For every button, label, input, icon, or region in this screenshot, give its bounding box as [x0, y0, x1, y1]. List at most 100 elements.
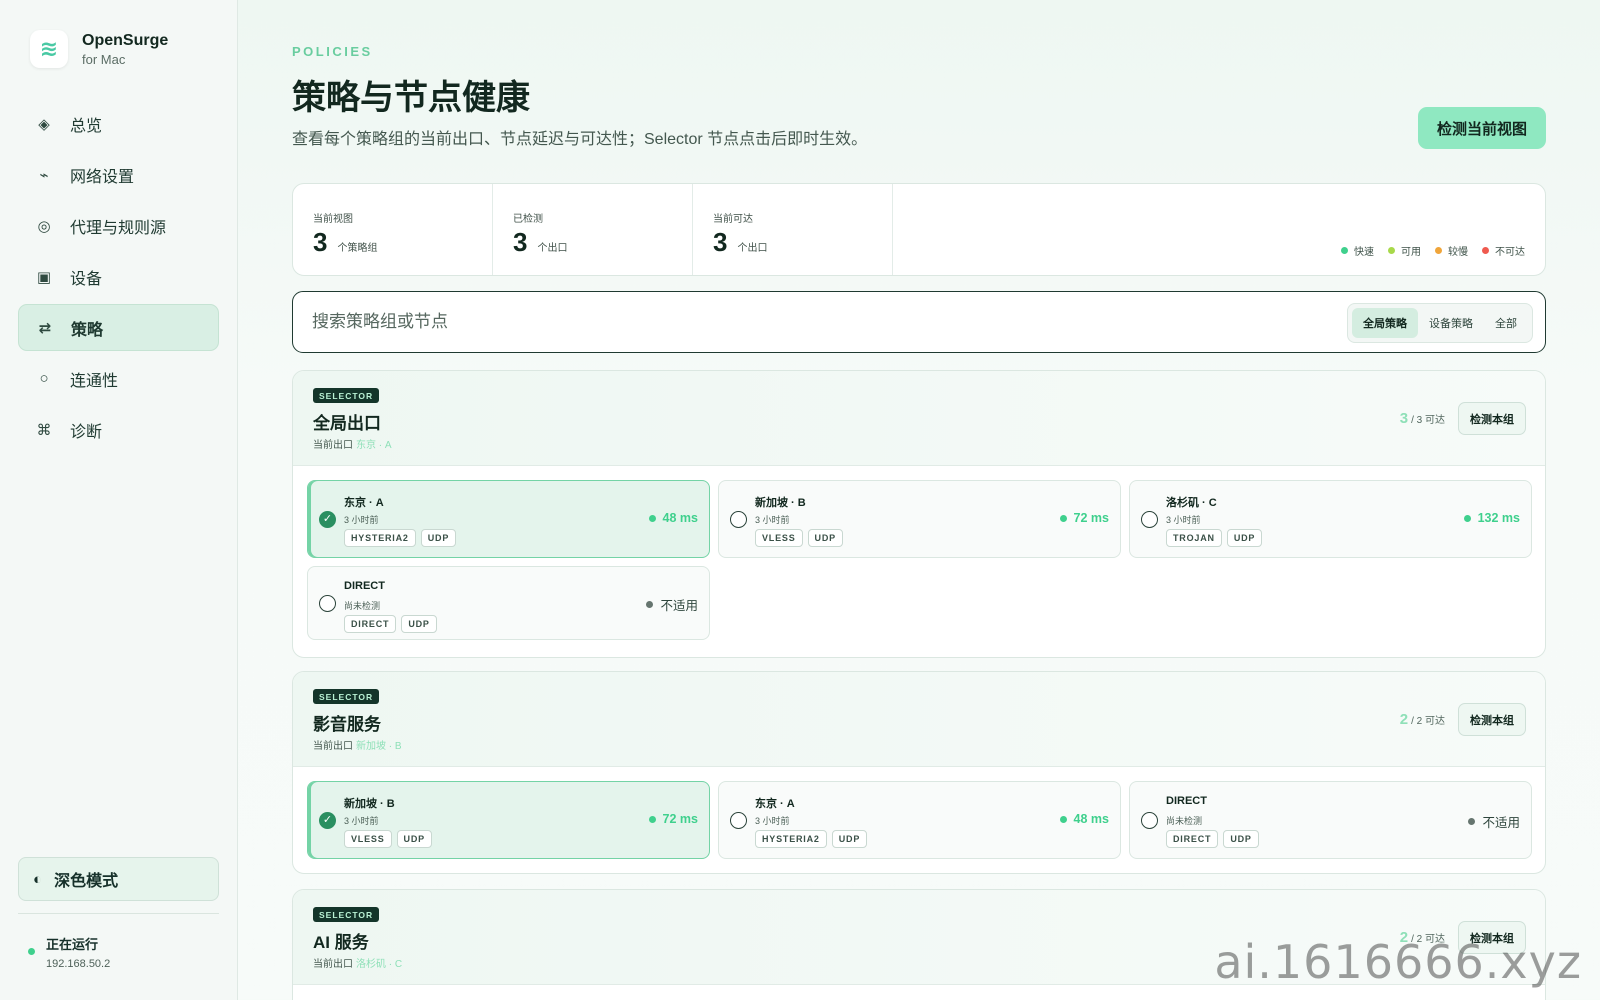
segment-all[interactable]: 全部	[1484, 308, 1528, 338]
transport-tag: UDP	[831, 830, 868, 848]
reach-total: / 2 可达	[1411, 716, 1445, 727]
sidebar: ≋ OpenSurge for Mac ◈ 总览 ⌁ 网络设置 ◎ 代理与规则源…	[0, 0, 238, 1000]
node-checked-time: 3 小时前	[1166, 515, 1201, 525]
group-name: 影音服务	[313, 715, 381, 734]
node-name: 洛杉矶 · C	[1166, 497, 1217, 509]
node-card[interactable]: DIRECT 尚未检测 DIRECT UDP 不适用	[307, 566, 710, 640]
node-card[interactable]: 东京 · A 3 小时前 HYSTERIA2 UDP 48 ms	[718, 781, 1121, 859]
node-latency: 48 ms	[1059, 812, 1109, 826]
latency-value: 不适用	[1482, 816, 1520, 830]
group-type-badge: SELECTOR	[313, 388, 380, 403]
latency-dot-icon	[646, 601, 654, 608]
node-name: 东京 · A	[755, 798, 795, 810]
node-card[interactable]: ✓ 新加坡 · B 3 小时前 VLESS UDP 72 ms	[307, 781, 710, 859]
node-latency: 72 ms	[1059, 511, 1109, 525]
device-icon: ▣	[36, 268, 52, 286]
app-logo-icon: ≋	[30, 30, 68, 68]
node-name: 新加坡 · B	[755, 497, 806, 509]
latency-dot-icon	[1059, 514, 1067, 522]
stat-unit: 个出口	[537, 243, 568, 254]
stat-value: 3	[313, 227, 328, 257]
half-circle-icon: ◐	[33, 870, 43, 888]
node-card[interactable]: DIRECT 尚未检测 DIRECT UDP 不适用	[1129, 781, 1532, 859]
radio-icon	[1141, 812, 1158, 829]
sidebar-item-overview[interactable]: ◈ 总览	[18, 100, 219, 147]
sidebar-item-label: 策略	[71, 321, 104, 339]
current-exit-value: 东京 · A	[356, 440, 392, 451]
transport-tag: UDP	[420, 529, 457, 547]
latency-dot-icon	[648, 815, 656, 823]
latency-value: 48 ms	[662, 511, 698, 525]
sidebar-item-diagnostics[interactable]: ⌘ 诊断	[18, 406, 219, 453]
search-input[interactable]	[312, 310, 1212, 334]
stat-value: 3	[513, 227, 528, 257]
target-icon: ◎	[37, 217, 51, 235]
stat-unit: 个策略组	[337, 243, 378, 254]
sidebar-item-label: 网络设置	[70, 168, 135, 186]
legend-item: 可用	[1388, 243, 1421, 258]
current-exit-label: 当前出口	[313, 959, 353, 970]
check-group-button[interactable]: 检测本组	[1458, 402, 1526, 435]
search-bar: 全局策略 设备策略 全部	[292, 291, 1546, 353]
watermark: ai.1616666.xyz	[1214, 935, 1582, 989]
node-name: DIRECT	[1166, 795, 1207, 807]
policy-group: SELECTOR 影音服务 当前出口 新加坡 · B 2 / 2 可达 检测本组 …	[292, 671, 1546, 874]
checkmark-icon: ✓	[319, 812, 336, 829]
group-current-exit: 当前出口 东京 · A	[313, 436, 392, 451]
legend-label: 较慢	[1448, 247, 1468, 258]
sidebar-item-proxy-rules[interactable]: ◎ 代理与规则源	[18, 202, 219, 249]
legend-item: 快速	[1341, 243, 1374, 258]
diamond-icon: ◈	[38, 115, 50, 133]
group-current-exit: 当前出口 洛杉矶 · C	[313, 955, 402, 970]
radio-icon	[319, 595, 336, 612]
segment-device-policy[interactable]: 设备策略	[1418, 308, 1484, 338]
group-reachability: 3 / 3 可达	[1400, 410, 1445, 427]
sidebar-item-connectivity[interactable]: ○ 连通性	[18, 355, 219, 402]
sidebar-item-label: 设备	[70, 270, 103, 288]
dark-mode-button[interactable]: ◐ 深色模式	[18, 857, 219, 901]
node-card[interactable]: ✓ 东京 · A 3 小时前 HYSTERIA2 UDP 48 ms	[307, 480, 710, 558]
current-exit-label: 当前出口	[313, 440, 353, 451]
stat-value: 3	[713, 227, 728, 257]
page-title: 策略与节点健康	[292, 79, 530, 117]
node-card[interactable]: 洛杉矶 · C 3 小时前 TROJAN UDP 132 ms	[1129, 480, 1532, 558]
group-header: SELECTOR 全局出口 当前出口 东京 · A 3 / 3 可达 检测本组	[293, 371, 1545, 466]
app-name: OpenSurge	[82, 31, 169, 49]
node-checked-time: 尚未检测	[1166, 816, 1203, 826]
group-reachability: 2 / 2 可达	[1400, 711, 1445, 728]
swap-icon: ⇄	[38, 319, 52, 337]
sidebar-item-network[interactable]: ⌁ 网络设置	[18, 151, 219, 198]
brand: ≋ OpenSurge for Mac	[30, 30, 168, 68]
stat-current-view: 当前视图 3 个策略组	[293, 184, 493, 275]
latency-value: 48 ms	[1073, 812, 1109, 826]
legend-dot-icon	[1482, 247, 1489, 254]
check-group-button[interactable]: 检测本组	[1458, 703, 1526, 736]
legend-item: 不可达	[1482, 243, 1525, 258]
group-name: 全局出口	[313, 414, 381, 433]
node-card[interactable]: 新加坡 · B 3 小时前 VLESS UDP 72 ms	[718, 480, 1121, 558]
protocol-tag: TROJAN	[1166, 529, 1222, 547]
current-exit-value: 新加坡 · B	[356, 741, 402, 752]
reach-total: / 3 可达	[1411, 415, 1445, 426]
protocol-tag: HYSTERIA2	[755, 830, 827, 848]
app-subtitle: for Mac	[82, 51, 126, 67]
check-current-view-button[interactable]: 检测当前视图	[1418, 107, 1546, 149]
sidebar-item-policies[interactable]: ⇄ 策略	[18, 304, 219, 351]
latency-dot-icon	[648, 514, 656, 522]
protocol-tag: VLESS	[344, 830, 392, 848]
segment-global-policy[interactable]: 全局策略	[1352, 308, 1418, 338]
protocol-tag: HYSTERIA2	[344, 529, 416, 547]
sidebar-item-devices[interactable]: ▣ 设备	[18, 253, 219, 300]
sidebar-nav: ◈ 总览 ⌁ 网络设置 ◎ 代理与规则源 ▣ 设备 ⇄ 策略 ○ 连通性 ⌘ 诊…	[18, 100, 219, 457]
legend-dot-icon	[1388, 247, 1395, 254]
sidebar-item-label: 总览	[70, 117, 103, 135]
node-checked-time: 3 小时前	[755, 816, 790, 826]
latency-value: 132 ms	[1477, 511, 1520, 525]
sidebar-item-label: 代理与规则源	[70, 219, 167, 237]
latency-dot-icon	[1468, 818, 1476, 825]
node-latency: 72 ms	[648, 812, 698, 826]
node-latency: 不适用	[646, 595, 698, 614]
legend-item: 较慢	[1435, 243, 1468, 258]
node-checked-time: 3 小时前	[344, 816, 379, 826]
legend-label: 可用	[1401, 247, 1421, 258]
